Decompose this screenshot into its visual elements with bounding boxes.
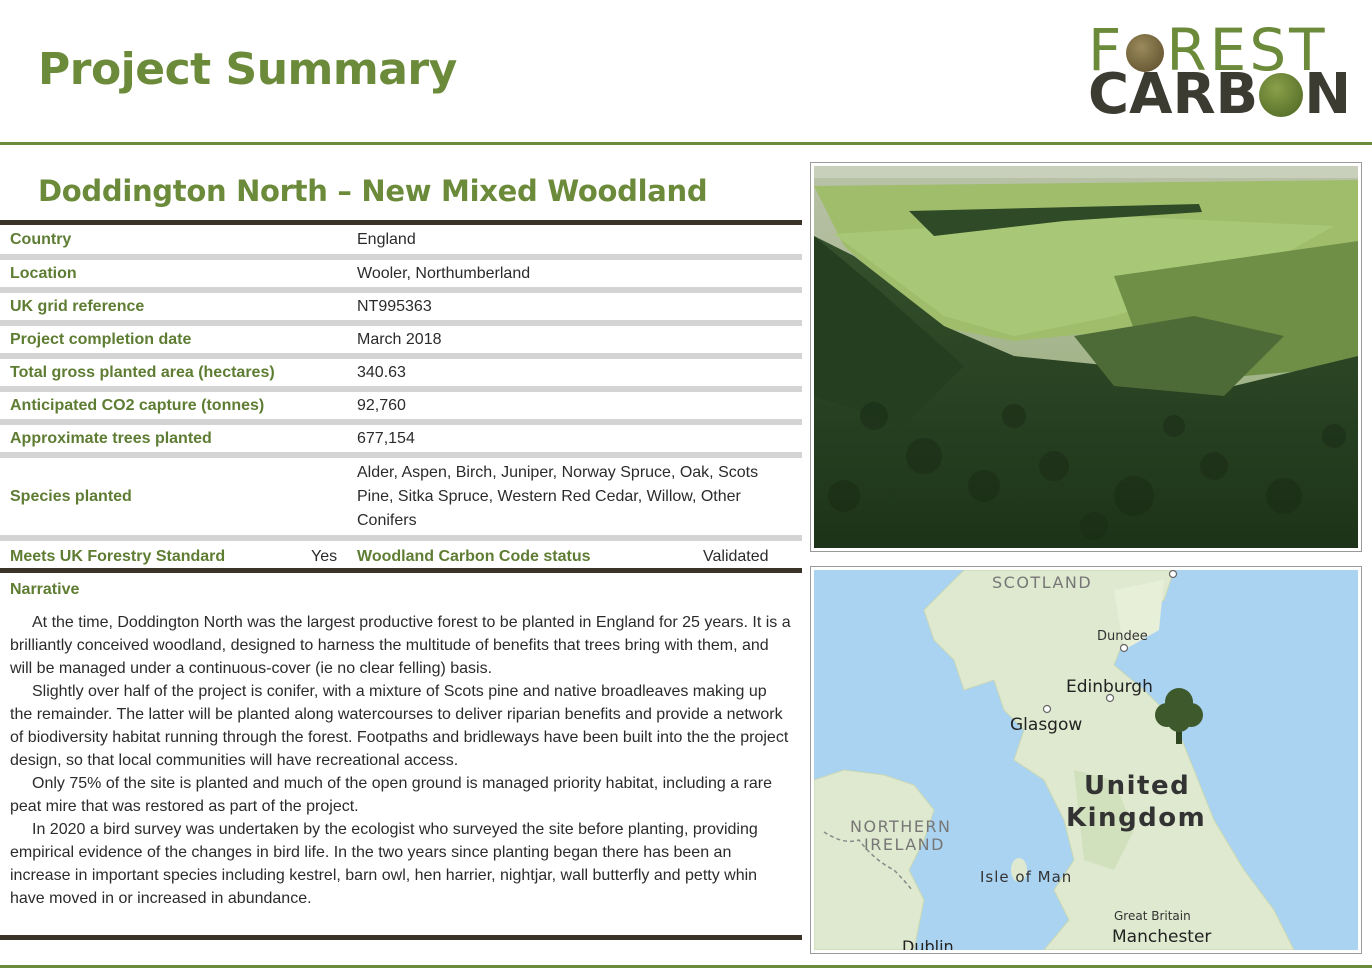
- glasgow-dot: [1042, 704, 1052, 714]
- map-label-northern: NORTHERN: [850, 817, 952, 836]
- map-label-kingdom: Kingdom: [1066, 803, 1206, 833]
- detail-row-completion-date: Project completion date March 2018: [0, 326, 802, 359]
- map-label-dundee: Dundee: [1097, 629, 1148, 644]
- detail-value: NT995363: [357, 297, 432, 315]
- map-label-edinburgh: Edinburgh: [1066, 677, 1153, 697]
- narrative-body: At the time, Doddington North was the la…: [10, 611, 792, 910]
- page-title: Project Summary: [38, 44, 457, 95]
- detail-row-location: Location Wooler, Northumberland: [0, 260, 802, 293]
- detail-label: Approximate trees planted: [10, 429, 212, 447]
- narrative-paragraph: In 2020 a bird survey was undertaken by …: [10, 821, 758, 907]
- map-label-scotland: SCOTLAND: [992, 573, 1092, 592]
- detail-label: Anticipated CO2 capture (tonnes): [10, 396, 265, 414]
- detail-label: UK grid reference: [10, 297, 145, 315]
- detail-value: 92,760: [357, 396, 406, 414]
- detail-value: 340.63: [357, 363, 406, 381]
- detail-row-planted-area: Total gross planted area (hectares) 340.…: [0, 359, 802, 392]
- detail-label: Country: [10, 231, 72, 248]
- narrative-heading: Narrative: [10, 581, 80, 598]
- detail-row-species: Species planted Alder, Aspen, Birch, Jun…: [0, 458, 802, 541]
- detail-value: Alder, Aspen, Birch, Juniper, Norway Spr…: [357, 463, 759, 529]
- location-map: SCOTLAND Dundee Edinburgh Glasgow United…: [810, 566, 1362, 954]
- narrative-paragraph: Only 75% of the site is planted and much…: [10, 775, 773, 815]
- table-bottom-rule: [0, 568, 802, 573]
- map-label-dublin: Dublin: [902, 937, 954, 950]
- footer-rule: [0, 965, 1372, 968]
- map-label-great-britain: Great Britain: [1114, 909, 1191, 923]
- detail-row-grid-reference: UK grid reference NT995363: [0, 293, 802, 326]
- project-title: Doddington North – New Mixed Woodland: [38, 174, 708, 208]
- narrative-bottom-rule: [0, 935, 802, 940]
- detail-value: 677,154: [357, 429, 415, 447]
- detail-label: Project completion date: [10, 330, 192, 348]
- map-label-manchester: Manchester: [1112, 927, 1211, 947]
- detail-value: March 2018: [357, 330, 442, 348]
- narrative-paragraph: At the time, Doddington North was the la…: [10, 614, 791, 677]
- detail-row-country: Country England: [0, 226, 802, 260]
- detail-label: Total gross planted area (hectares): [10, 363, 275, 381]
- dundee-dot: [1119, 643, 1129, 653]
- table-top-rule: [0, 220, 802, 225]
- map-label-united: United: [1084, 771, 1190, 801]
- map-label-ireland: IRELAND: [864, 835, 945, 854]
- detail-value: England: [357, 231, 416, 248]
- detail-row-trees-planted: Approximate trees planted 677,154: [0, 425, 802, 458]
- narrative-paragraph: Slightly over half of the project is con…: [10, 683, 789, 769]
- map-label-glasgow: Glasgow: [1010, 715, 1082, 735]
- header-rule: [0, 142, 1372, 145]
- map-label-isle-of-man: Isle of Man: [980, 868, 1072, 886]
- detail-value: Wooler, Northumberland: [357, 264, 531, 282]
- detail-label: Species planted: [10, 487, 132, 505]
- aerial-photo: [810, 162, 1362, 552]
- detail-label: Location: [10, 264, 77, 282]
- detail-row-co2-capture: Anticipated CO2 capture (tonnes) 92,760: [0, 392, 802, 425]
- project-details-table: Country England Location Wooler, Northum…: [0, 226, 802, 573]
